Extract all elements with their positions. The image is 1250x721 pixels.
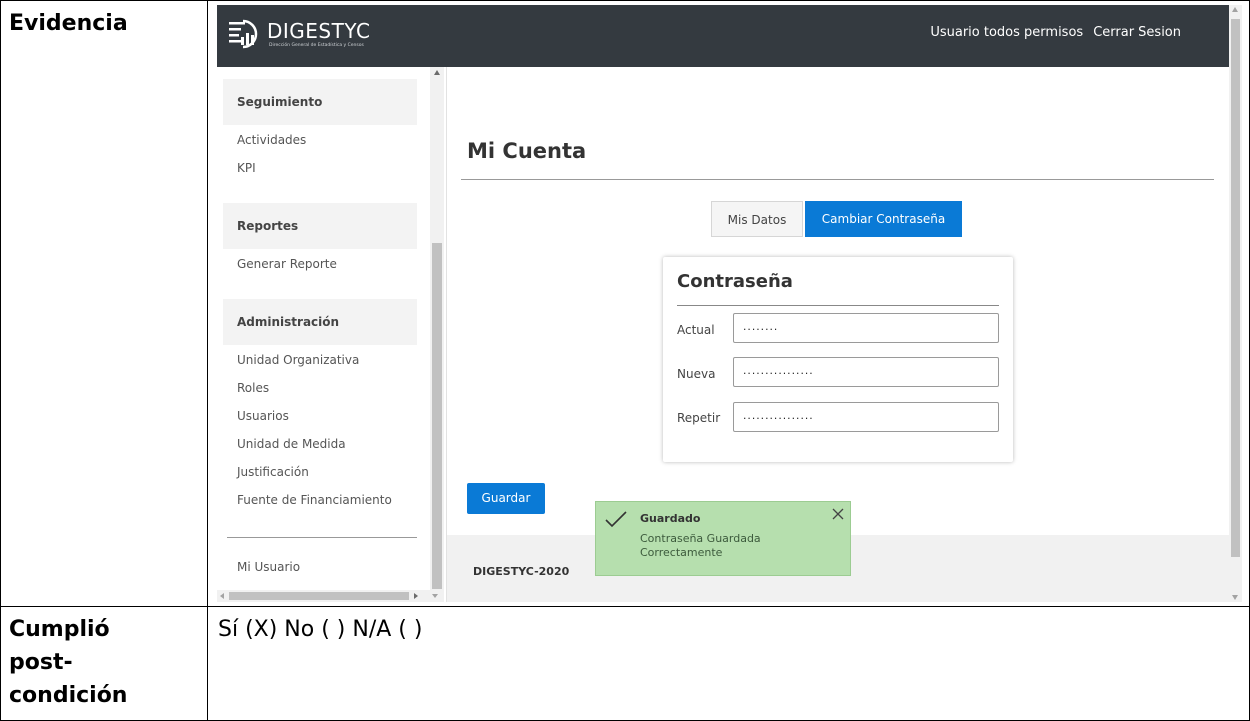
sidebar-hscroll-thumb[interactable]: [229, 592, 409, 600]
repetir-password-input[interactable]: ................: [733, 402, 999, 432]
postcondition-label-cell: Cumplió post- condición: [0, 606, 208, 721]
page-vertical-scrollbar[interactable]: [1229, 5, 1242, 602]
sidebar-item-actividades[interactable]: Actividades: [237, 133, 306, 147]
sidebar: Seguimiento Actividades KPI Reportes Gen…: [217, 67, 447, 602]
logo-subtext: Dirección General de Estadística y Censo…: [269, 43, 364, 48]
sidebar-item-unidad-de-medida[interactable]: Unidad de Medida: [237, 437, 346, 451]
toast-message: Contraseña Guardada Correctamente: [640, 532, 761, 559]
digestyc-logo[interactable]: DIGESTYC Dirección General de Estadístic…: [229, 19, 370, 53]
sidebar-horizontal-scrollbar[interactable]: [217, 590, 444, 602]
page-scroll-down-icon[interactable]: [1232, 595, 1238, 600]
sidebar-item-fuente-financiamiento[interactable]: Fuente de Financiamiento: [237, 493, 392, 507]
postcondition-value: Sí (X) No ( ) N/A ( ): [218, 617, 423, 642]
sidebar-vertical-scrollbar[interactable]: [430, 67, 444, 590]
sidebar-item-kpi[interactable]: KPI: [237, 161, 256, 175]
save-button[interactable]: Guardar: [467, 483, 545, 514]
scroll-right-arrow-icon[interactable]: [414, 593, 418, 599]
top-navbar: DIGESTYC Dirección General de Estadístic…: [217, 5, 1229, 67]
sidebar-section-reportes: Reportes: [223, 203, 417, 249]
title-divider: [461, 179, 1214, 180]
repetir-label: Repetir: [677, 411, 721, 425]
sidebar-item-mi-usuario[interactable]: Mi Usuario: [237, 560, 300, 574]
sidebar-divider: [227, 537, 417, 538]
sidebar-item-roles[interactable]: Roles: [237, 381, 269, 395]
nueva-label: Nueva: [677, 367, 716, 381]
logout-link[interactable]: Cerrar Sesion: [1093, 25, 1181, 40]
scroll-up-arrow-icon[interactable]: [434, 70, 440, 75]
card-title: Contraseña: [677, 271, 793, 292]
logo-text: DIGESTYC: [267, 19, 371, 43]
sidebar-item-generar-reporte[interactable]: Generar Reporte: [237, 257, 337, 271]
logo-icon: [229, 19, 258, 49]
page-title: Mi Cuenta: [467, 139, 587, 163]
postcondition-label-line-1: Cumplió: [9, 617, 110, 642]
page-scroll-up-icon[interactable]: [1232, 7, 1238, 12]
postcondition-label-line-3: condición: [9, 683, 128, 708]
sidebar-section-seguimiento: Seguimiento: [223, 79, 417, 125]
success-toast: Guardado Contraseña Guardada Correctamen…: [595, 501, 851, 576]
actual-password-input[interactable]: ........: [733, 313, 999, 343]
user-link[interactable]: Usuario todos permisos: [930, 25, 1083, 40]
evidence-label-cell: Evidencia: [0, 0, 208, 607]
top-links: Usuario todos permisos Cerrar Sesion: [930, 25, 1181, 40]
tab-mis-datos[interactable]: Mis Datos: [711, 201, 803, 237]
postcondition-value-cell: Sí (X) No ( ) N/A ( ): [207, 606, 1250, 721]
password-card: Contraseña Actual ........ Nueva .......…: [663, 257, 1013, 462]
sidebar-item-usuarios[interactable]: Usuarios: [237, 409, 289, 423]
actual-label: Actual: [677, 323, 715, 337]
app-screenshot: DIGESTYC Dirección General de Estadístic…: [217, 5, 1242, 602]
nueva-password-input[interactable]: ................: [733, 357, 999, 387]
close-icon[interactable]: [830, 506, 846, 522]
footer-text: DIGESTYC-2020: [473, 565, 570, 578]
scroll-left-arrow-icon[interactable]: [220, 593, 224, 599]
evidence-label: Evidencia: [9, 11, 128, 36]
page-scroll-thumb[interactable]: [1231, 19, 1240, 557]
card-divider: [677, 305, 999, 306]
tab-cambiar-contrasena[interactable]: Cambiar Contraseña: [805, 201, 962, 237]
sidebar-item-unidad-organizativa[interactable]: Unidad Organizativa: [237, 353, 359, 367]
scroll-down-arrow-icon[interactable]: [432, 594, 438, 598]
sidebar-scroll-thumb[interactable]: [432, 243, 442, 589]
check-icon: [605, 511, 627, 528]
postcondition-label-line-2: post-: [9, 650, 73, 675]
sidebar-section-administracion: Administración: [223, 299, 417, 345]
sidebar-item-justificacion[interactable]: Justificación: [237, 465, 309, 479]
toast-title: Guardado: [640, 512, 701, 525]
